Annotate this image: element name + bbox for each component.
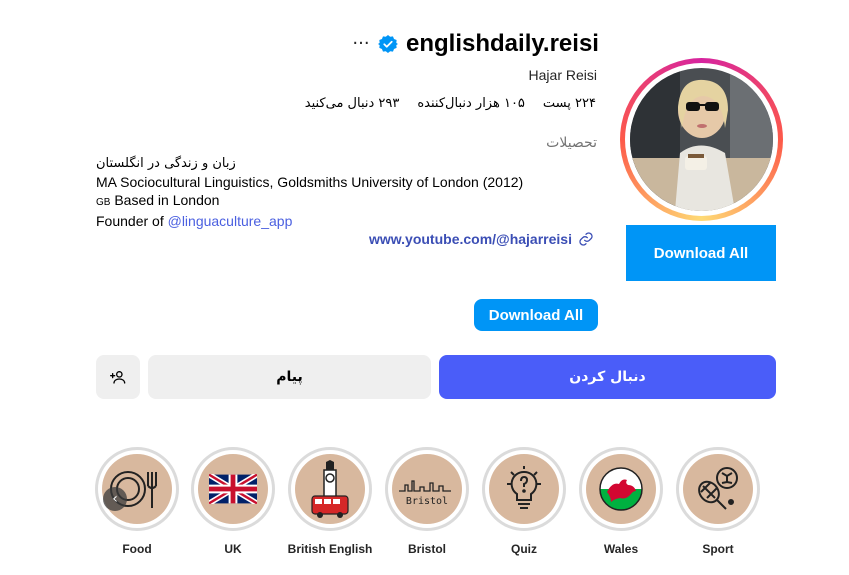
stat-posts[interactable]: ۲۲۴ پست [543,96,596,111]
message-button[interactable]: پیام [148,355,431,399]
highlight-label: Wales [603,542,639,556]
bio-line-persian: زبان و زندگی در انگلستان [96,156,236,171]
highlight-label: Food [122,542,152,556]
bio-location-text: Based in London [110,192,220,208]
highlight-quiz[interactable]: Quiz [482,447,566,556]
add-person-icon [110,371,126,384]
founder-mention-link[interactable]: @linguaculture_app [168,213,293,229]
highlight-label: British English [287,542,373,556]
highlight-label: UK [224,542,242,556]
profile-category: تحصیلات [546,135,597,151]
gb-flag-icon: GB [96,197,111,208]
highlight-british-english[interactable]: British English [288,447,372,556]
profile-bio: زبان و زندگی در انگلستان MA Sociocultura… [96,155,523,230]
svg-text:Bristol: Bristol [406,496,448,507]
username-row: ··· englishdaily.reisi [352,30,599,58]
download-all-button-large[interactable]: Download All [626,225,776,281]
download-all-button-small[interactable]: Download All [474,299,598,331]
avatar-photo [630,68,773,211]
highlight-label: Quiz [511,542,537,556]
big-ben-bus-icon [311,460,349,518]
bio-founder-text: Founder of [96,213,168,229]
bristol-skyline-icon: Bristol [399,480,451,507]
profile-username[interactable]: englishdaily.reisi [406,30,599,58]
wales-flag-icon [599,467,643,511]
bio-line-location: GB Based in London [96,191,523,212]
bio-line-education: MA Sociocultural Linguistics, Goldsmiths… [96,174,524,190]
link-icon [579,232,593,246]
profile-full-name: Hajar Reisi [528,67,597,83]
avatar [630,68,773,211]
highlight-prev-icon[interactable]: ‹ [103,487,127,511]
stat-following[interactable]: ۲۹۳ دنبال می‌کنید [305,96,400,111]
highlight-uk[interactable]: UK [191,447,275,556]
highlight-bristol[interactable]: Bristol Bristol [385,447,469,556]
profile-avatar-ring[interactable] [620,58,783,221]
highlight-sport[interactable]: Sport [676,447,760,556]
bio-line-founder: Founder of @linguaculture_app [96,212,523,230]
verified-badge-icon [378,34,398,53]
more-options-icon[interactable]: ··· [352,35,370,53]
suggest-people-button[interactable] [96,355,140,399]
stat-followers[interactable]: ۱۰۵ هزار دنبال‌کننده [417,96,525,111]
external-link[interactable]: www.youtube.com/@hajarreisi [369,231,572,247]
sport-icon [698,467,738,510]
uk-flag-icon [209,474,257,504]
highlight-wales[interactable]: Wales [579,447,663,556]
lightbulb-question-icon [507,466,541,509]
external-link-row[interactable]: www.youtube.com/@hajarreisi [369,231,594,247]
highlight-label: Bristol [407,542,446,556]
follow-button[interactable]: دنبال کردن [439,355,776,399]
profile-stats: ۲۲۴ پست ۱۰۵ هزار دنبال‌کننده ۲۹۳ دنبال م… [305,96,596,111]
highlight-label: Sport [702,542,734,556]
